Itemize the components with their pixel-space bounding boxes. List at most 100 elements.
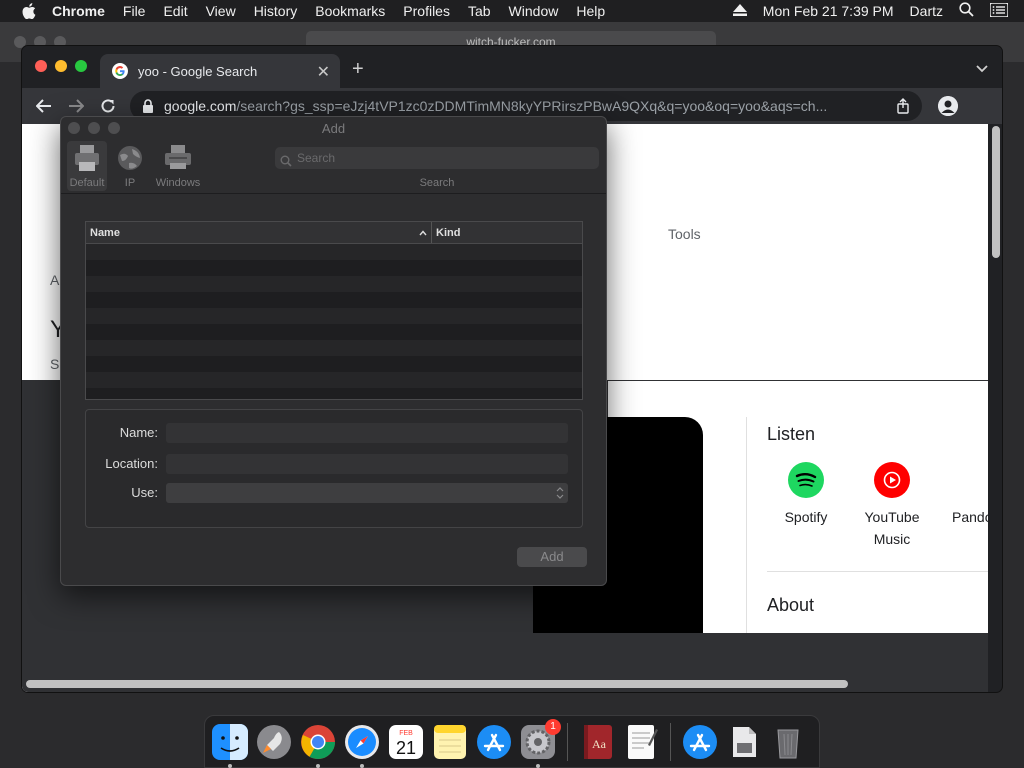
table-row — [86, 276, 582, 292]
printer-search-field[interactable]: Search — [275, 147, 599, 169]
lock-icon[interactable] — [142, 99, 154, 113]
tab-close-icon[interactable]: ✕ — [317, 62, 330, 82]
printer-icon — [72, 143, 102, 173]
search-tools-link[interactable]: Tools — [668, 226, 701, 242]
tab-search-chevron-icon[interactable] — [976, 60, 988, 78]
page-left-fragment-s: S — [50, 356, 60, 372]
spotify-icon — [788, 462, 824, 498]
toolbar-label: IP — [124, 177, 136, 189]
table-row — [86, 260, 582, 276]
search-placeholder: Search — [297, 151, 336, 165]
toolbar-windows[interactable]: Windows — [153, 141, 203, 189]
textedit-icon[interactable] — [622, 723, 660, 761]
menu-window[interactable]: Window — [509, 3, 559, 19]
apple-menu-icon[interactable] — [20, 3, 38, 19]
dock-separator — [567, 722, 568, 761]
chrome-icon[interactable] — [299, 723, 337, 768]
use-select[interactable] — [166, 483, 568, 503]
tab-google-search[interactable]: yoo - Google Search ✕ — [100, 54, 340, 88]
menu-user[interactable]: Dartz — [910, 3, 943, 19]
search-label: Search — [419, 177, 455, 189]
toolbar-label: Windows — [155, 177, 201, 189]
url-host: google.com — [164, 98, 237, 114]
window-zoom-button[interactable] — [75, 60, 87, 72]
menu-history[interactable]: History — [254, 3, 298, 19]
horizontal-scrollbar[interactable] — [26, 680, 848, 688]
pandora-icon — [952, 462, 988, 498]
toolbar-default[interactable]: Default — [67, 141, 107, 191]
menu-tab[interactable]: Tab — [468, 3, 491, 19]
menu-bookmarks[interactable]: Bookmarks — [315, 3, 385, 19]
name-field[interactable] — [166, 423, 568, 443]
service-label: Pando — [952, 509, 988, 525]
search-icon — [280, 152, 292, 174]
profile-avatar-icon[interactable] — [938, 96, 958, 116]
spotlight-search-icon[interactable] — [959, 2, 974, 20]
service-youtube-music[interactable]: YouTube Music — [847, 462, 937, 550]
tab-title: yoo - Google Search — [138, 63, 258, 79]
control-center-icon[interactable] — [989, 1, 1009, 20]
finder-icon[interactable] — [211, 723, 249, 768]
service-label: Spotify — [784, 509, 828, 525]
google-favicon-icon — [112, 63, 128, 79]
dock-separator — [670, 722, 671, 761]
app-store-icon[interactable] — [475, 723, 513, 761]
menu-clock[interactable]: Mon Feb 21 7:39 PM — [763, 3, 894, 19]
window-close-button[interactable] — [35, 60, 47, 72]
dock: FEB 21 1 Aa — [204, 715, 820, 768]
globe-icon — [115, 143, 145, 173]
menu-bar: Chrome File Edit View History Bookmarks … — [0, 0, 1024, 22]
trash-icon[interactable] — [769, 723, 807, 761]
panel-divider — [746, 417, 747, 633]
new-tab-plus-icon[interactable]: + — [352, 58, 364, 81]
youtube-music-icon — [874, 462, 910, 498]
menu-help[interactable]: Help — [576, 3, 605, 19]
safari-icon[interactable] — [343, 723, 381, 768]
system-preferences-icon[interactable]: 1 — [519, 718, 561, 768]
notification-badge: 1 — [545, 718, 561, 735]
back-arrow-icon[interactable] — [34, 96, 54, 116]
vertical-scrollbar[interactable] — [992, 126, 1000, 258]
notes-icon[interactable] — [431, 723, 469, 761]
window-minimize-button[interactable] — [55, 60, 67, 72]
location-field[interactable] — [166, 454, 568, 474]
eject-icon[interactable] — [732, 3, 747, 19]
file-icon[interactable] — [725, 723, 763, 761]
menu-app-chrome[interactable]: Chrome — [52, 3, 105, 19]
dictionary-icon[interactable]: Aa — [578, 723, 616, 761]
printer-details-form: Name: Location: Use: — [85, 409, 583, 528]
column-header-name[interactable]: Name — [86, 222, 432, 243]
table-row — [86, 292, 582, 308]
toolbar-separator — [61, 193, 606, 194]
calendar-icon[interactable]: FEB 21 — [387, 723, 425, 761]
reload-icon[interactable] — [98, 96, 118, 116]
table-header: Name Kind — [86, 222, 582, 244]
menu-view[interactable]: View — [206, 3, 236, 19]
printer-icon — [163, 143, 193, 173]
sort-ascending-icon[interactable] — [419, 222, 427, 244]
about-heading: About — [767, 595, 815, 615]
menu-edit[interactable]: Edit — [163, 3, 187, 19]
forward-arrow-icon[interactable] — [66, 96, 86, 116]
service-spotify[interactable]: Spotify — [761, 462, 851, 528]
menu-file[interactable]: File — [123, 3, 146, 19]
table-row — [86, 244, 582, 260]
toolbar-label: Default — [69, 177, 105, 189]
location-label: Location: — [105, 456, 158, 471]
listen-heading: Listen — [767, 424, 816, 444]
toolbar-ip[interactable]: IP — [115, 141, 145, 189]
service-label: YouTube Music — [864, 509, 920, 547]
add-printer-dialog: Add Default IP Windows Search Search Nam… — [60, 116, 607, 586]
share-icon[interactable] — [896, 98, 910, 117]
launchpad-icon[interactable] — [255, 723, 293, 761]
printer-list-table[interactable]: Name Kind — [85, 221, 583, 400]
add-button[interactable]: Add — [517, 547, 587, 567]
svg-text:Aa: Aa — [592, 737, 607, 751]
column-header-kind[interactable]: Kind — [432, 222, 460, 243]
dialog-title: Add — [321, 121, 346, 136]
table-row — [86, 308, 582, 324]
app-store-download-icon[interactable] — [681, 723, 719, 761]
name-label: Name: — [119, 425, 158, 440]
service-pandora[interactable]: Pando — [933, 462, 988, 528]
menu-profiles[interactable]: Profiles — [403, 3, 450, 19]
